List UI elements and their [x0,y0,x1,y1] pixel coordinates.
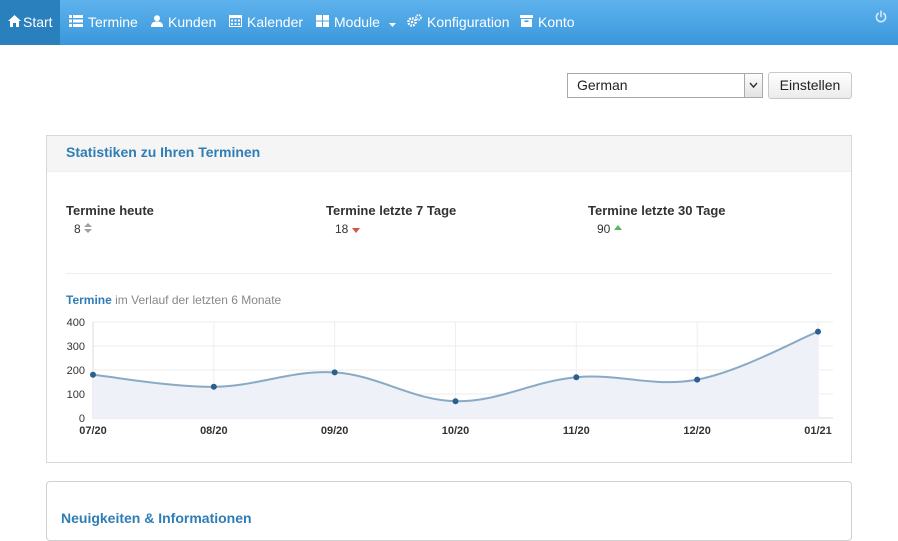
power-icon[interactable] [874,10,888,24]
caret-down-icon [388,0,396,45]
list-icon [69,0,83,45]
chevron-down-icon[interactable] [744,74,762,97]
calendar-icon [229,0,242,45]
y-tick-label: 0 [79,413,85,425]
data-point [331,369,338,376]
y-tick-label: 200 [67,365,85,377]
nav-konto[interactable]: Konto [520,0,575,45]
nav-start[interactable]: Start [0,0,60,45]
gears-icon [407,0,422,45]
top-navbar: Start Termine Kunden Kalender Module Kon… [0,0,898,45]
data-point [452,398,459,405]
x-tick-label: 12/20 [683,425,711,437]
data-point [210,383,217,390]
nav-start-label: Start [23,14,53,30]
nav-konfiguration[interactable]: Konfiguration [407,0,510,45]
nav-module-label: Module [334,14,380,30]
data-point [573,374,580,381]
x-tick-label: 08/20 [200,425,228,437]
box-icon [520,0,533,45]
nav-module-dropdown[interactable]: Module [316,0,396,45]
data-point [694,376,701,383]
nav-kalender-label: Kalender [247,14,304,30]
y-tick-label: 100 [67,389,85,401]
x-tick-label: 01/21 [804,425,832,437]
nav-kunden-label: Kunden [168,14,217,30]
home-icon [8,0,21,45]
nav-konto-label: Konto [538,14,575,30]
language-select[interactable]: German [567,73,763,98]
language-select-value: German [577,77,628,93]
nav-konfiguration-label: Konfiguration [427,14,510,30]
appointments-chart: 0 100 200 300 400 07/20 08/20 09/20 10/20 11/20 12… [67,317,833,437]
x-tick-label: 09/20 [321,425,349,437]
y-tick-label: 400 [67,317,85,329]
news-panel-title: Neuigkeiten & Informationen [61,510,252,526]
grid-icon [316,0,329,45]
nav-kunden[interactable]: Kunden [151,0,216,45]
nav-kalender[interactable]: Kalender [229,0,303,45]
y-tick-label: 300 [67,341,85,353]
data-point [815,328,821,335]
stats-panel: Statistiken zu Ihren Terminen Termine he… [46,135,852,463]
einstellen-button[interactable]: Einstellen [768,72,852,99]
data-point [90,371,96,378]
user-icon [151,0,163,45]
x-tick-label: 07/20 [79,425,107,437]
x-tick-label: 10/20 [442,425,470,437]
news-panel: Neuigkeiten & Informationen [46,481,852,541]
nav-termine-label: Termine [88,14,138,30]
x-tick-label: 11/20 [563,425,590,437]
nav-termine[interactable]: Termine [69,0,138,45]
